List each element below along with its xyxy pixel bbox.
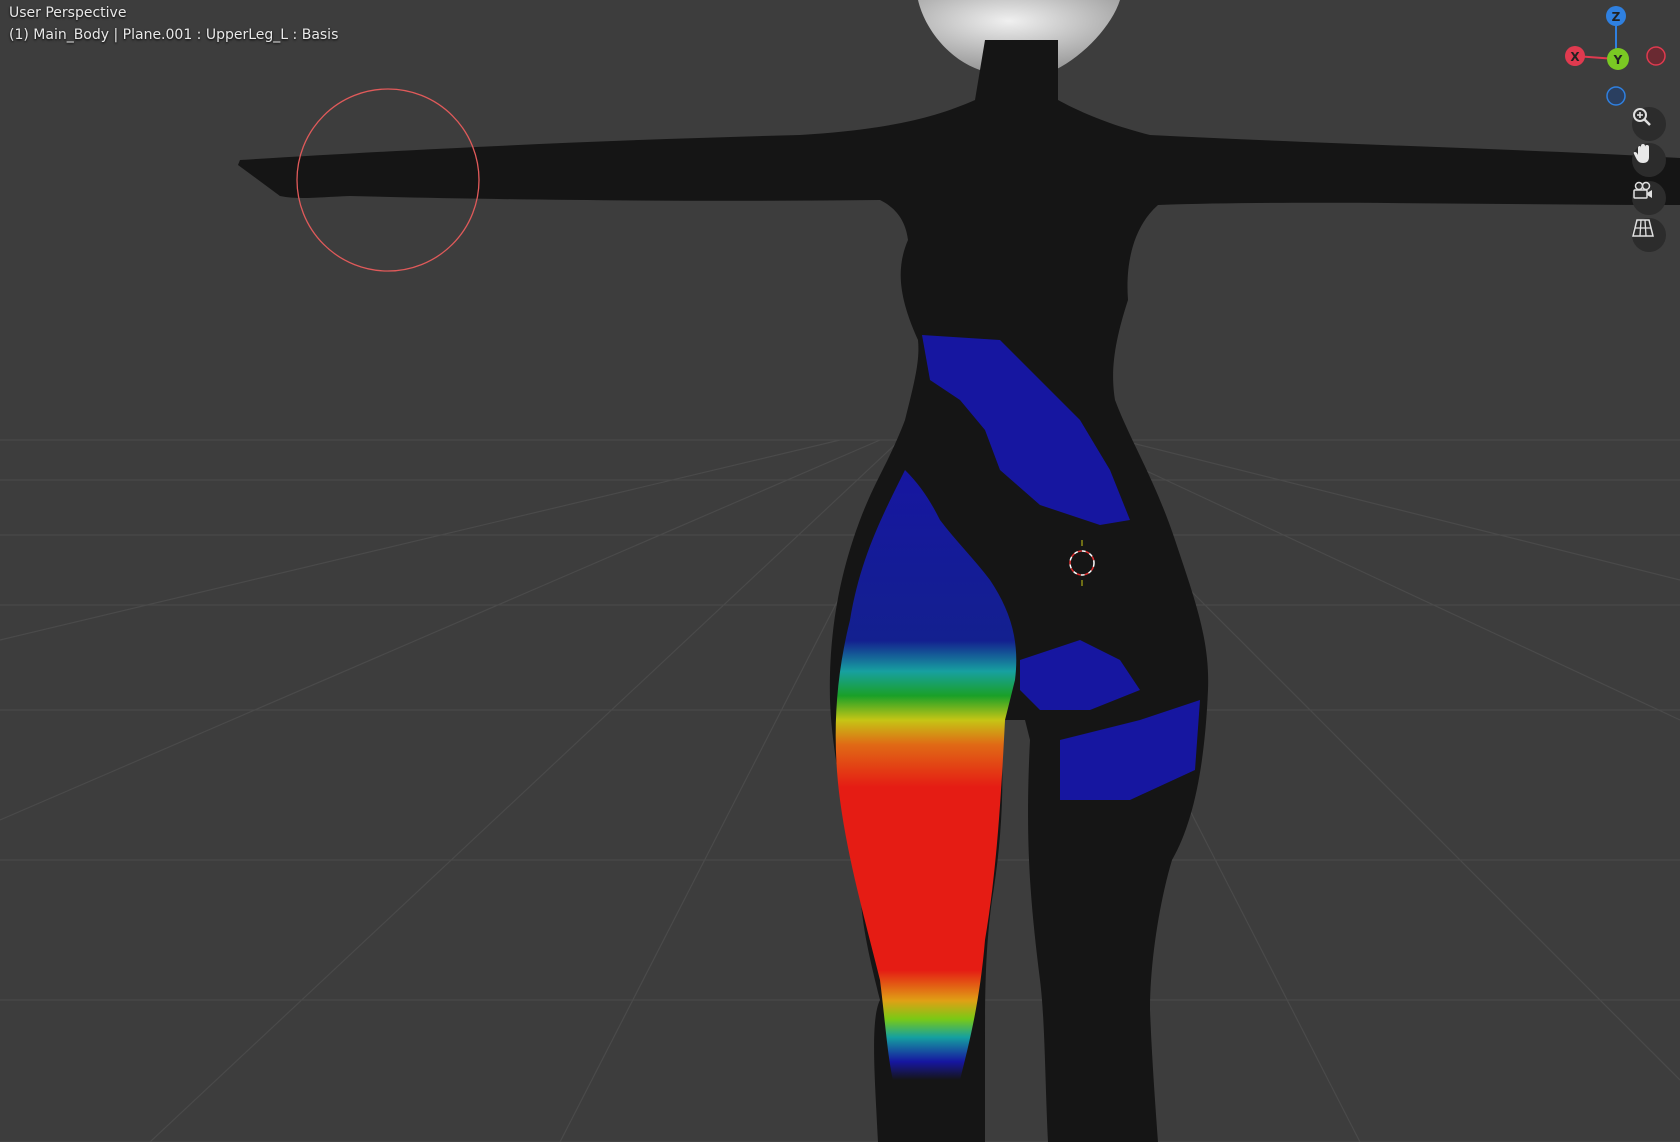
pan-button[interactable]	[1632, 143, 1666, 177]
gizmo-x-neg	[1646, 46, 1666, 66]
pan-hand-icon	[1633, 144, 1649, 163]
view-name: User Perspective	[9, 5, 127, 21]
object-info: (1) Main_Body | Plane.001 : UpperLeg_L :…	[9, 27, 339, 43]
gizmo-z-neg	[1606, 86, 1626, 106]
zoom-icon	[1633, 108, 1651, 126]
zoom-button[interactable]	[1632, 107, 1666, 141]
3d-viewport[interactable]: X Z Y User Perspective (1) Main_Body | P…	[0, 0, 1680, 1142]
viewport-canvas[interactable]: X Z Y	[0, 0, 1680, 1142]
perspective-grid-icon	[1632, 219, 1654, 237]
gizmo-y-label: Y	[1613, 53, 1623, 67]
camera-icon	[1633, 181, 1652, 199]
gizmo-x-label: X	[1570, 50, 1580, 64]
gizmo-z-label: Z	[1612, 10, 1621, 24]
navigation-gizmo: X Z Y	[1565, 6, 1666, 106]
camera-view-button[interactable]	[1632, 181, 1666, 215]
perspective-toggle-button[interactable]	[1632, 218, 1666, 252]
